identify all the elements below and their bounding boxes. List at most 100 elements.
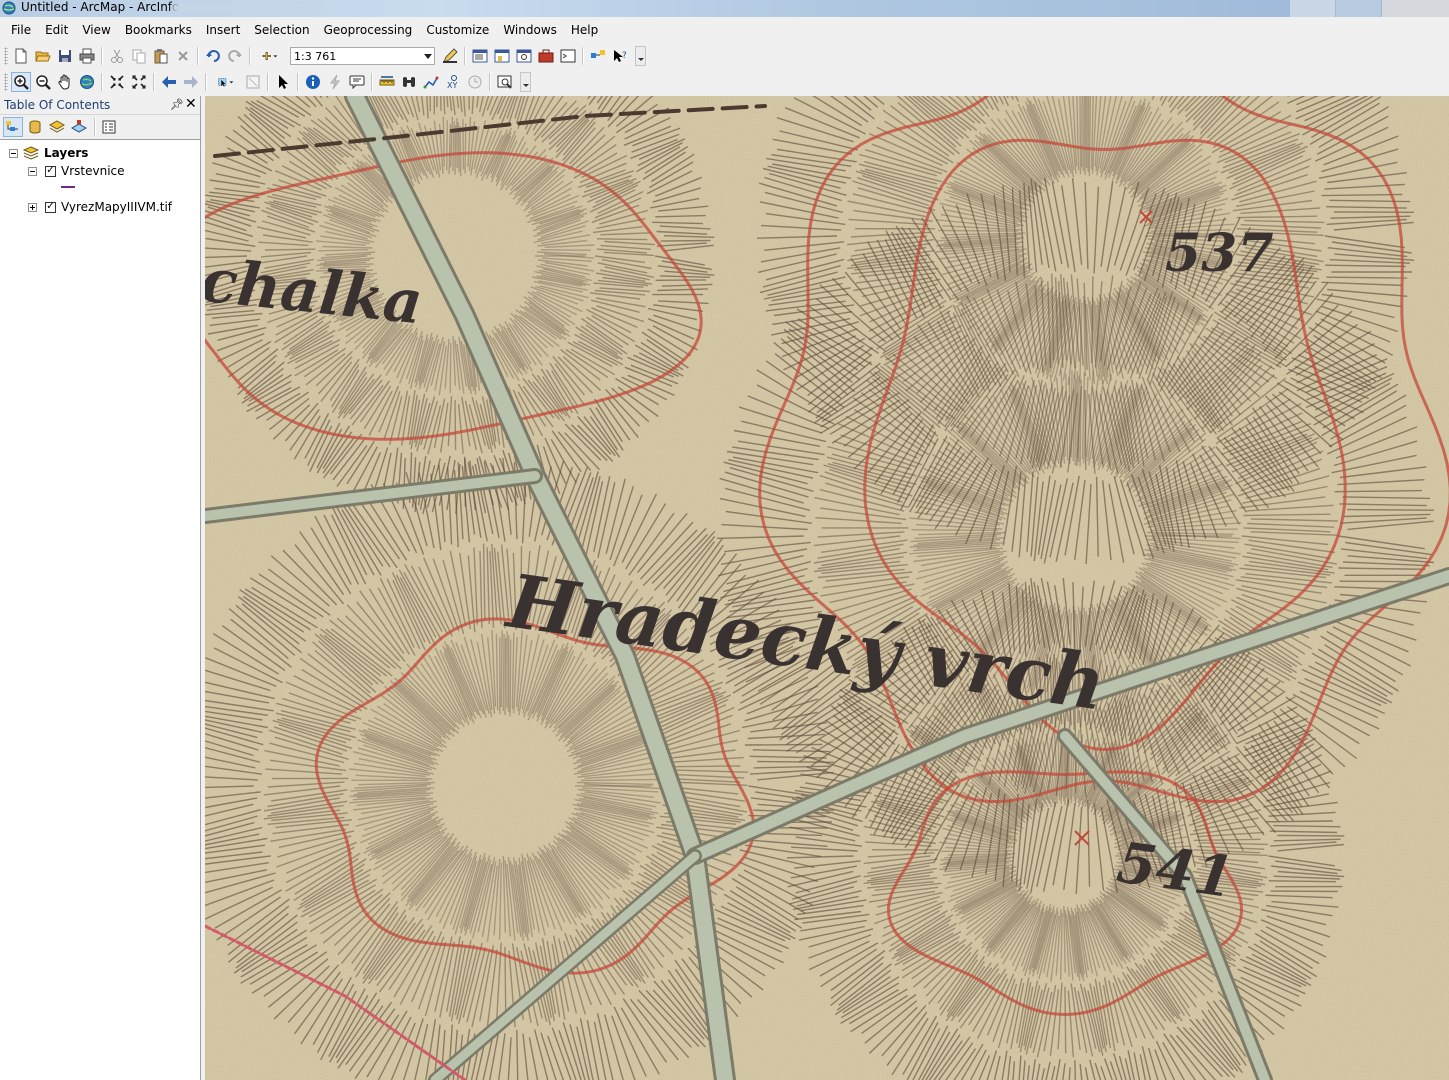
toolbar-separator xyxy=(205,73,207,91)
delete-button[interactable] xyxy=(173,46,193,66)
menu-selection[interactable]: Selection xyxy=(248,18,317,42)
options-list-icon xyxy=(102,120,116,134)
toolbar-separator xyxy=(297,73,299,91)
svg-text:XY: XY xyxy=(447,81,457,90)
hachure-stroke xyxy=(509,639,512,717)
toolbar-grip[interactable] xyxy=(4,73,8,91)
maximize-button[interactable] xyxy=(1336,0,1381,17)
minimize-button[interactable] xyxy=(1290,0,1335,17)
fixed-zoom-out-button[interactable] xyxy=(129,72,149,92)
menu-help[interactable]: Help xyxy=(565,18,606,42)
svg-text:?: ? xyxy=(622,51,627,61)
zoom-out-tool-button[interactable] xyxy=(33,72,53,92)
map-scale-combobox[interactable]: 1:3 761 xyxy=(290,47,435,65)
undo-button[interactable] xyxy=(203,46,223,66)
toolbar-separator xyxy=(267,73,269,91)
new-document-icon xyxy=(15,48,27,64)
redo-button[interactable] xyxy=(225,46,245,66)
cut-button[interactable] xyxy=(107,46,127,66)
tree-row-vrstevnice[interactable]: ✓ Vrstevnice xyxy=(28,162,125,180)
tree-row-layers[interactable]: Layers xyxy=(9,144,88,162)
close-panel-icon[interactable]: ✕ xyxy=(185,96,197,112)
list-by-visibility-button[interactable] xyxy=(47,117,67,137)
full-extent-button[interactable] xyxy=(77,72,97,92)
collapse-vrstevnice-toggle[interactable] xyxy=(28,166,37,176)
python-window-button[interactable] xyxy=(558,46,578,66)
list-by-source-button[interactable] xyxy=(25,117,45,137)
editor-toolbar-button[interactable] xyxy=(440,46,460,66)
save-button[interactable] xyxy=(55,46,75,66)
modelbuilder-button[interactable] xyxy=(588,46,608,66)
standard-toolbar: 1:3 761 ? xyxy=(0,43,660,69)
measure-button[interactable] xyxy=(377,72,397,92)
toolbar-overflow-chevron[interactable] xyxy=(520,72,531,92)
table-of-contents-panel: Table Of Contents 📌︎ ✕ Layers ✓ Vrstevni… xyxy=(0,96,201,1080)
tree-row-vyrez-raster[interactable]: ✓ VyrezMapyIIIVM.tif xyxy=(28,198,172,216)
pin-icon[interactable]: 📌︎ xyxy=(170,98,184,111)
arctoolbox-button[interactable] xyxy=(536,46,556,66)
print-button[interactable] xyxy=(77,46,97,66)
menu-customize[interactable]: Customize xyxy=(420,18,497,42)
create-viewer-window-button[interactable] xyxy=(495,72,515,92)
menu-bookmarks[interactable]: Bookmarks xyxy=(119,18,200,42)
vrstevnice-line-symbol[interactable] xyxy=(61,186,75,188)
map-display[interactable]: Hradecký vrch 537 541 chalka xyxy=(205,96,1449,1080)
hachure-stroke xyxy=(1087,96,1090,173)
go-to-xy-icon: XY xyxy=(447,75,457,90)
search-window-button[interactable] xyxy=(514,46,534,66)
delete-x-icon xyxy=(178,51,188,61)
chevron-down-icon[interactable] xyxy=(424,52,432,60)
toolbar-separator xyxy=(101,47,103,65)
zoom-in-tool-button[interactable] xyxy=(11,72,31,92)
menu-file[interactable]: File xyxy=(0,18,39,42)
time-slider-button[interactable] xyxy=(465,72,485,92)
menu-windows[interactable]: Windows xyxy=(497,18,565,42)
hachure-stroke xyxy=(436,96,438,108)
historical-map-canvas[interactable]: Hradecký vrch 537 541 chalka xyxy=(205,96,1449,1080)
toc-options-button[interactable] xyxy=(99,117,119,137)
catalog-window-button[interactable] xyxy=(492,46,512,66)
find-route-button[interactable] xyxy=(421,72,441,92)
vrstevnice-visibility-checkbox[interactable]: ✓ xyxy=(45,165,56,177)
fixed-zoom-in-button[interactable] xyxy=(107,72,127,92)
table-of-contents-button[interactable] xyxy=(470,46,490,66)
open-button[interactable] xyxy=(33,46,53,66)
go-to-xy-button[interactable]: XY xyxy=(443,72,463,92)
html-popup-button[interactable] xyxy=(347,72,367,92)
add-data-button[interactable] xyxy=(255,46,285,66)
identify-info-icon xyxy=(306,75,320,89)
copy-button[interactable] xyxy=(129,46,149,66)
hachure-stroke xyxy=(265,248,316,251)
list-by-selection-button[interactable] xyxy=(69,117,89,137)
new-document-button[interactable] xyxy=(11,46,31,66)
hachure-stroke xyxy=(459,126,462,177)
open-folder-icon xyxy=(35,51,51,62)
hyperlink-button[interactable] xyxy=(325,72,345,92)
select-features-icon xyxy=(218,78,234,87)
menu-geoprocessing[interactable]: Geoprocessing xyxy=(318,18,421,42)
menu-insert[interactable]: Insert xyxy=(200,18,248,42)
select-features-button[interactable] xyxy=(211,72,241,92)
find-button[interactable] xyxy=(399,72,419,92)
toolbar-grip[interactable] xyxy=(4,47,8,65)
window-title: Untitled - ArcMap - ArcInfo xyxy=(21,0,180,14)
collapse-layers-toggle[interactable] xyxy=(9,148,18,158)
go-forward-extent-button[interactable] xyxy=(181,72,201,92)
save-disk-icon xyxy=(59,50,71,62)
paste-button[interactable] xyxy=(151,46,171,66)
go-back-extent-button[interactable] xyxy=(159,72,179,92)
clear-selection-button[interactable] xyxy=(243,72,263,92)
raster-visibility-checkbox[interactable]: ✓ xyxy=(45,201,56,213)
menu-edit[interactable]: Edit xyxy=(39,18,76,42)
list-by-drawing-order-button[interactable] xyxy=(3,117,23,137)
toolbar-separator xyxy=(94,118,96,136)
select-elements-button[interactable] xyxy=(273,72,293,92)
toolbar-overflow-chevron[interactable] xyxy=(635,46,646,66)
menu-view[interactable]: View xyxy=(76,18,118,42)
close-window-button[interactable] xyxy=(1382,0,1449,17)
hachure-stroke xyxy=(941,850,1009,853)
identify-button[interactable] xyxy=(303,72,323,92)
expand-raster-toggle[interactable] xyxy=(28,202,37,212)
whats-this-help-button[interactable]: ? xyxy=(610,46,630,66)
pan-tool-button[interactable] xyxy=(55,72,75,92)
